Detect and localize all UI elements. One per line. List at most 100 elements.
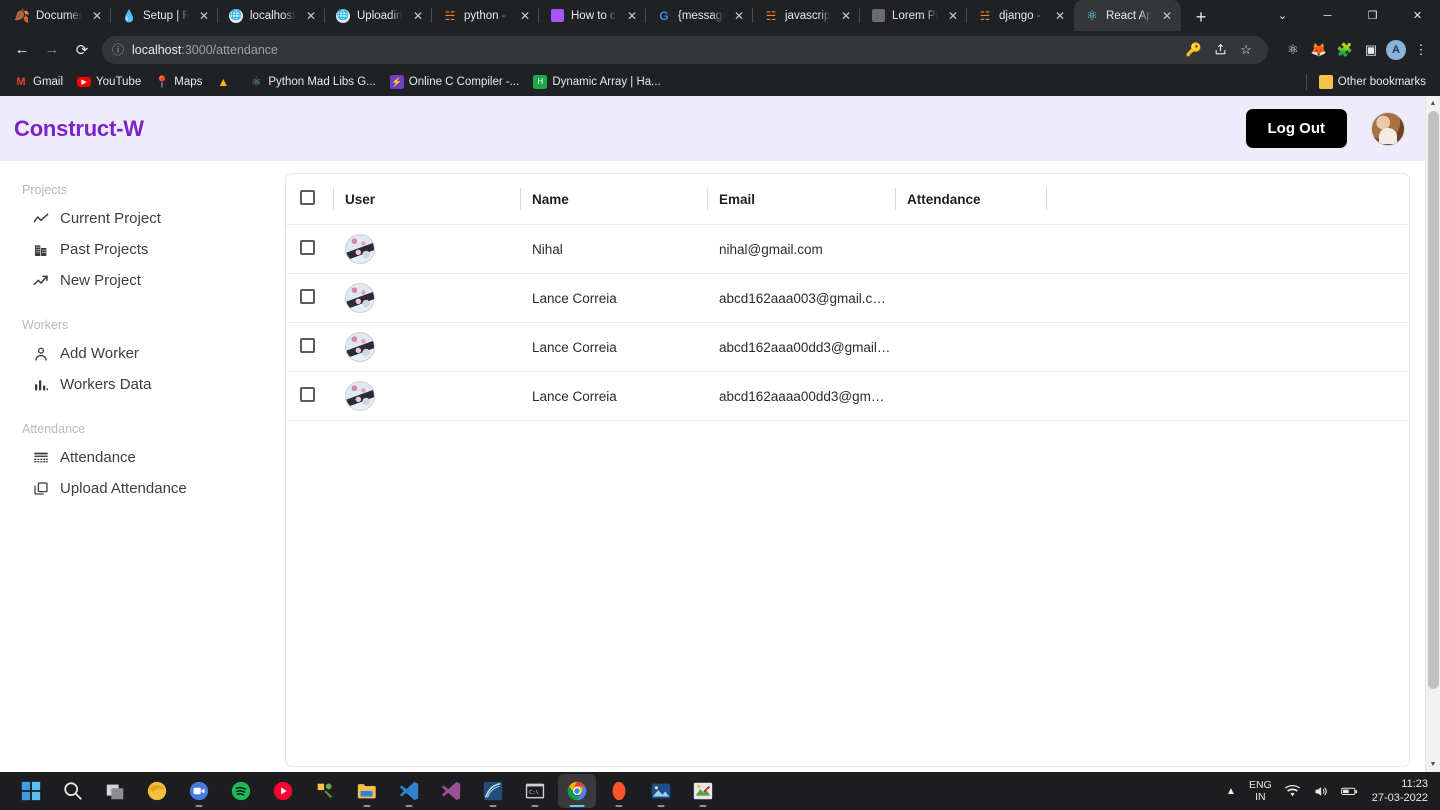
close-tab-icon[interactable]: ✕ (89, 8, 105, 24)
browser-tab[interactable]: 🌐localhost✕ (218, 0, 325, 31)
sidebar-item-workers-data[interactable]: Workers Data (0, 369, 285, 400)
browser-profile-avatar[interactable]: A (1386, 40, 1406, 60)
drawing-app-icon[interactable] (474, 774, 512, 808)
web-page: Construct-W Log Out ProjectsCurrent Proj… (0, 96, 1425, 772)
password-key-icon[interactable]: 🔑 (1182, 38, 1206, 62)
browser-tab[interactable]: G{message✕ (646, 0, 753, 31)
browser-tab[interactable]: Lorem Pic✕ (860, 0, 967, 31)
column-header-attendance[interactable]: Attendance (895, 174, 1046, 225)
bookmark-item[interactable]: ⚡Online C Compiler -... (384, 72, 526, 92)
close-tab-icon[interactable]: ✕ (731, 8, 747, 24)
close-window-button[interactable]: ✕ (1395, 0, 1440, 31)
row-checkbox[interactable] (300, 289, 315, 304)
close-tab-icon[interactable]: ✕ (303, 8, 319, 24)
clock[interactable]: 11:23 27-03-2022 (1372, 777, 1428, 805)
sidebar-item-past-projects[interactable]: Past Projects (0, 234, 285, 265)
vs-code-icon[interactable] (390, 774, 428, 808)
metamask-fox-icon[interactable]: 🦊 (1308, 39, 1330, 61)
battery-icon[interactable] (1341, 784, 1359, 798)
sidebar-item-attendance[interactable]: Attendance (0, 442, 285, 473)
photos-icon[interactable] (642, 774, 680, 808)
table-row[interactable]: Nihalnihal@gmail.com (286, 225, 1409, 274)
youtube-music-icon[interactable] (264, 774, 302, 808)
spotify-icon[interactable] (222, 774, 260, 808)
browser-tab[interactable]: 💧Setup | Re✕ (111, 0, 218, 31)
bookmark-item[interactable]: MGmail (8, 72, 69, 92)
bookmark-item[interactable]: ▲ (210, 72, 241, 92)
close-tab-icon[interactable]: ✕ (517, 8, 533, 24)
close-tab-icon[interactable]: ✕ (624, 8, 640, 24)
maximize-window-button[interactable]: ❐ (1350, 0, 1395, 31)
language-indicator[interactable]: ENG IN (1249, 779, 1272, 803)
visual-studio-icon[interactable] (432, 774, 470, 808)
task-view-icon[interactable] (96, 774, 134, 808)
search-icon[interactable] (54, 774, 92, 808)
select-all-checkbox[interactable] (300, 190, 315, 205)
bookmark-item[interactable]: 📍Maps (149, 72, 208, 92)
other-bookmarks-button[interactable]: Other bookmarks (1313, 72, 1432, 92)
row-checkbox[interactable] (300, 338, 315, 353)
back-button[interactable]: ← (8, 36, 36, 64)
address-bar[interactable]: ⓘ localhost:3000/attendance 🔑 ☆ (102, 36, 1268, 64)
bookmark-item[interactable]: ▶YouTube (71, 72, 147, 92)
sidebar-item-current-project[interactable]: Current Project (0, 203, 285, 234)
browser-tab[interactable]: 🌐Uploading✕ (325, 0, 432, 31)
side-panel-icon[interactable]: ▣ (1360, 39, 1382, 61)
react-devtools-icon[interactable]: ⚛ (1282, 39, 1304, 61)
column-header-user[interactable]: User (333, 174, 520, 225)
three-dot-menu-icon[interactable]: ⋮ (1410, 39, 1432, 61)
browser-tab[interactable]: ☵python -✕ (432, 0, 539, 31)
scroll-down-arrow[interactable]: ▼ (1426, 757, 1440, 772)
browser-tab[interactable]: ☵django - ✕ (967, 0, 1074, 31)
puzzle-extensions-icon[interactable]: 🧩 (1334, 39, 1356, 61)
page-scrollbar[interactable]: ▲ ▼ (1425, 96, 1440, 772)
file-explorer-icon[interactable] (348, 774, 386, 808)
zoom-icon[interactable] (180, 774, 218, 808)
close-tab-icon[interactable]: ✕ (1159, 8, 1175, 24)
show-hidden-icons-chevron[interactable]: ▲ (1226, 786, 1236, 797)
start-windows-icon[interactable] (12, 774, 50, 808)
share-icon[interactable] (1208, 38, 1232, 62)
browser-tab[interactable]: ⚛React App✕ (1074, 0, 1181, 31)
close-tab-icon[interactable]: ✕ (945, 8, 961, 24)
browser-tab[interactable]: 🍂Documen✕ (4, 0, 111, 31)
microsoft-edge-icon[interactable] (138, 774, 176, 808)
close-tab-icon[interactable]: ✕ (838, 8, 854, 24)
scroll-up-arrow[interactable]: ▲ (1426, 96, 1440, 111)
bookmark-item[interactable]: HDynamic Array | Ha... (527, 72, 666, 92)
new-tab-button[interactable]: + (1187, 3, 1215, 31)
browser-tab[interactable]: How to cr✕ (539, 0, 646, 31)
close-tab-icon[interactable]: ✕ (1052, 8, 1068, 24)
logout-button[interactable]: Log Out (1246, 109, 1347, 148)
close-tab-icon[interactable]: ✕ (196, 8, 212, 24)
reload-button[interactable]: ⟳ (68, 36, 96, 64)
minimize-window-button[interactable]: ─ (1305, 0, 1350, 31)
terminal-icon[interactable]: C:\ (516, 774, 554, 808)
volume-icon[interactable] (1313, 784, 1328, 799)
bookmark-item[interactable]: ⚛Python Mad Libs G... (243, 72, 381, 92)
row-checkbox[interactable] (300, 240, 315, 255)
user-avatar[interactable] (1371, 112, 1405, 146)
column-header-email[interactable]: Email (707, 174, 895, 225)
wifi-icon[interactable] (1285, 784, 1300, 799)
table-header-row: User Name Email Attendance (286, 174, 1409, 225)
row-checkbox[interactable] (300, 387, 315, 402)
forward-button[interactable]: → (38, 36, 66, 64)
table-row[interactable]: Lance Correiaabcd162aaa003@gmail.co… (286, 274, 1409, 323)
table-row[interactable]: Lance Correiaabcd162aaa00dd3@gmail.… (286, 323, 1409, 372)
browser-tab[interactable]: ☵javascript✕ (753, 0, 860, 31)
column-header-name[interactable]: Name (520, 174, 707, 225)
sidebar-item-upload-attendance[interactable]: Upload Attendance (0, 473, 285, 504)
sidebar-item-add-worker[interactable]: Add Worker (0, 338, 285, 369)
table-row[interactable]: Lance Correiaabcd162aaaa00dd3@gma… (286, 372, 1409, 421)
brave-icon[interactable] (600, 774, 638, 808)
sidebar-item-new-project[interactable]: New Project (0, 265, 285, 296)
expand-window-button[interactable]: ⌄ (1260, 0, 1305, 31)
close-tab-icon[interactable]: ✕ (410, 8, 426, 24)
bookmark-star-icon[interactable]: ☆ (1234, 38, 1258, 62)
scrollbar-thumb[interactable] (1428, 111, 1439, 689)
utility-icon[interactable] (306, 774, 344, 808)
paint-icon[interactable] (684, 774, 722, 808)
site-info-icon[interactable]: ⓘ (112, 41, 124, 58)
google-chrome-icon[interactable] (558, 774, 596, 808)
